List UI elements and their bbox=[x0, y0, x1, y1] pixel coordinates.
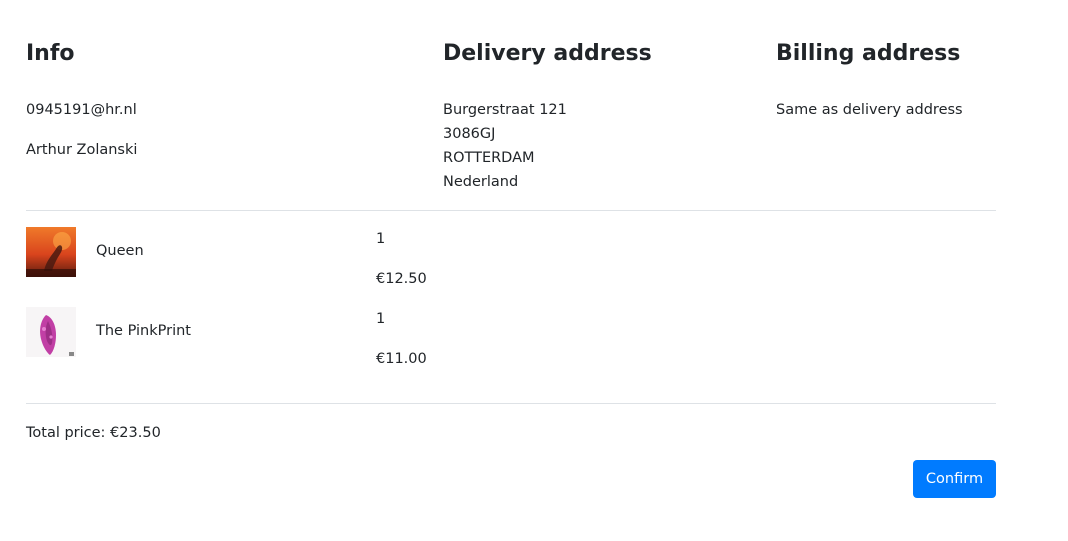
divider-top bbox=[26, 210, 996, 211]
total-price: Total price: €23.50 bbox=[26, 425, 161, 441]
billing-address-text: Same as delivery address bbox=[776, 102, 963, 118]
item-price: €11.00 bbox=[376, 351, 427, 367]
item-quantity: 1 bbox=[376, 311, 386, 327]
delivery-city: ROTTERDAM bbox=[443, 150, 535, 166]
item-title: The PinkPrint bbox=[96, 323, 191, 339]
billing-address-heading: Billing address bbox=[776, 41, 961, 66]
confirm-button[interactable]: Confirm bbox=[913, 460, 996, 498]
delivery-street: Burgerstraat 121 bbox=[443, 102, 567, 118]
customer-email: 0945191@hr.nl bbox=[26, 102, 137, 118]
info-heading: Info bbox=[26, 41, 75, 66]
album-cover-pinkprint-icon bbox=[26, 307, 76, 357]
item-price: €12.50 bbox=[376, 271, 427, 287]
customer-name: Arthur Zolanski bbox=[26, 142, 138, 158]
item-quantity: 1 bbox=[376, 231, 386, 247]
item-title: Queen bbox=[96, 243, 144, 259]
album-cover-queen-icon bbox=[26, 227, 76, 277]
delivery-postcode: 3086GJ bbox=[443, 126, 496, 142]
delivery-address-heading: Delivery address bbox=[443, 41, 652, 66]
delivery-country: Nederland bbox=[443, 174, 519, 190]
delivery-address-block: Burgerstraat 121 3086GJ ROTTERDAM Nederl… bbox=[443, 98, 567, 194]
divider-bottom bbox=[26, 403, 996, 404]
